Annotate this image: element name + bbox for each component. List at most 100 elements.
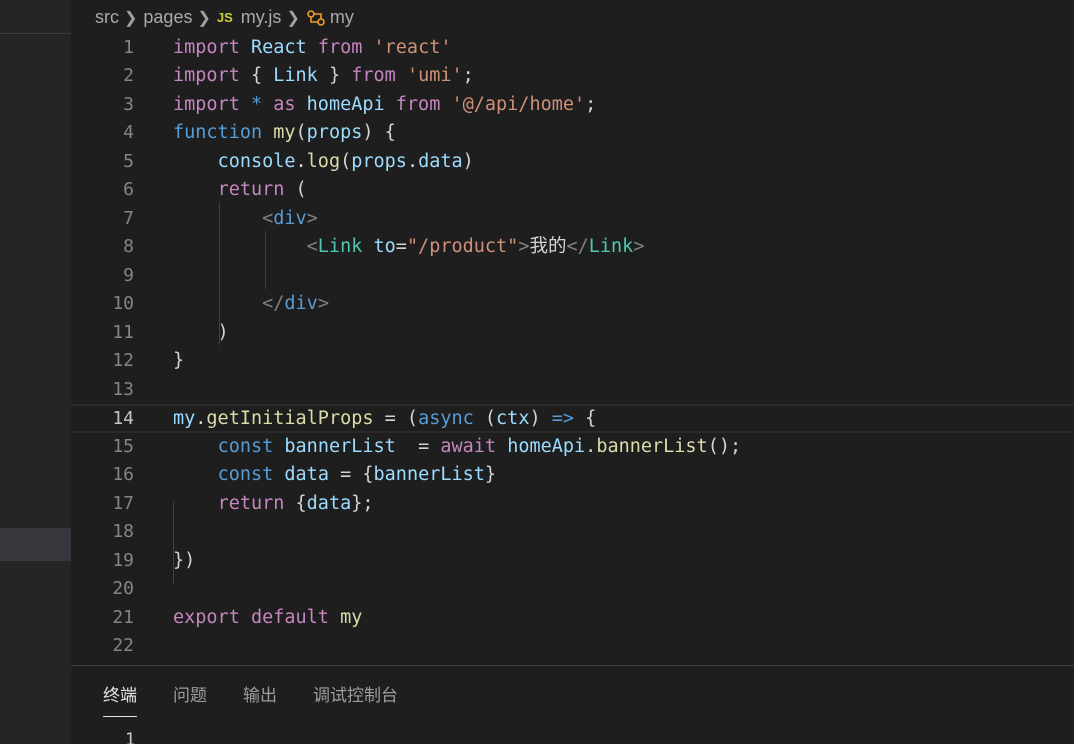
code-token: props bbox=[306, 122, 363, 143]
code-token: as bbox=[273, 93, 296, 115]
code-token: await bbox=[440, 435, 497, 457]
code-token: my bbox=[173, 408, 196, 429]
code-line[interactable]: 16 const data = {bannerList} bbox=[71, 461, 1074, 490]
code-token: ) { bbox=[362, 122, 396, 143]
code-line[interactable]: 8 <Link to="/product">我的</Link> bbox=[71, 233, 1074, 262]
chevron-right-icon: ❯ bbox=[197, 9, 211, 27]
code-content: <div> bbox=[173, 205, 318, 234]
code-token: ( bbox=[473, 408, 497, 429]
line-number: 19 bbox=[112, 549, 134, 571]
tab-problems[interactable]: 问题 bbox=[173, 681, 207, 717]
code-line[interactable]: 4 function my(props) { bbox=[71, 119, 1074, 148]
tab-terminal[interactable]: 终端 bbox=[103, 681, 137, 717]
code-line[interactable]: 20 bbox=[71, 575, 1074, 604]
code-token: } bbox=[173, 549, 185, 571]
code-line[interactable]: 5 console.log(props.data) bbox=[71, 148, 1074, 177]
code-token: { bbox=[574, 408, 597, 429]
code-content: } bbox=[173, 347, 184, 376]
code-line[interactable]: 11 ) bbox=[71, 319, 1074, 348]
sidebar bbox=[0, 0, 71, 744]
code-token: => bbox=[551, 408, 575, 429]
code-token: { bbox=[239, 65, 274, 86]
code-token: to bbox=[373, 236, 396, 257]
code-token: from bbox=[317, 36, 363, 58]
code-line[interactable]: 14 my.getInitialProps = (async (ctx) => { bbox=[71, 404, 1074, 433]
code-line[interactable]: 1 import React from 'react' bbox=[71, 34, 1074, 63]
tab-output[interactable]: 输出 bbox=[243, 681, 277, 717]
breadcrumb-file[interactable]: my.js bbox=[241, 7, 282, 28]
code-line[interactable]: 17 return {data}; bbox=[71, 490, 1074, 519]
symbol-method-icon bbox=[307, 9, 325, 26]
code-line[interactable]: 9 bbox=[71, 262, 1074, 291]
code-line[interactable]: 2 import { Link } from 'umi'; bbox=[71, 62, 1074, 91]
code-token: bannerList bbox=[373, 464, 485, 485]
line-number: 5 bbox=[123, 150, 134, 172]
code-token: ) bbox=[462, 150, 474, 172]
code-token: ( bbox=[340, 150, 352, 172]
code-token: = bbox=[395, 236, 407, 257]
code-content: const data = {bannerList} bbox=[173, 461, 497, 490]
code-token: </ bbox=[262, 293, 285, 314]
line-number: 21 bbox=[112, 606, 134, 628]
code-token: export bbox=[173, 606, 240, 628]
code-token: ) bbox=[184, 549, 196, 571]
code-line[interactable]: 10 </div> bbox=[71, 290, 1074, 319]
code-token: data bbox=[306, 492, 352, 514]
line-number: 2 bbox=[123, 65, 134, 86]
code-line[interactable]: 19}) bbox=[71, 547, 1074, 576]
code-content: }) bbox=[173, 547, 195, 576]
code-token: return bbox=[217, 492, 285, 514]
code-line[interactable]: 7 <div> bbox=[71, 205, 1074, 234]
code-content: const bannerList = await homeApi.bannerL… bbox=[173, 433, 742, 462]
code-token: * bbox=[250, 93, 263, 115]
sidebar-selected-item[interactable] bbox=[0, 528, 71, 561]
code-token: (); bbox=[707, 435, 742, 457]
code-line[interactable]: 22 bbox=[71, 632, 1074, 661]
line-number: 18 bbox=[112, 521, 134, 542]
breadcrumb-symbol[interactable]: my bbox=[330, 7, 354, 28]
code-content: import { Link } from 'umi'; bbox=[173, 62, 474, 91]
line-number: 17 bbox=[112, 492, 134, 514]
code-editor[interactable]: 1 import React from 'react' 2 import { Link… bbox=[71, 33, 1074, 665]
code-token: props bbox=[351, 150, 407, 172]
code-line[interactable]: 3 import * as homeApi from '@/api/home'; bbox=[71, 91, 1074, 120]
code-token: = bbox=[395, 435, 441, 457]
tab-debug-console[interactable]: 调试控制台 bbox=[313, 681, 398, 717]
code-line[interactable]: 12} bbox=[71, 347, 1074, 376]
code-content: <Link to="/product">我的</Link> bbox=[173, 233, 645, 262]
code-content: import React from 'react' bbox=[173, 34, 451, 63]
code-token: Link bbox=[317, 236, 363, 257]
line-number: 4 bbox=[123, 122, 134, 143]
line-number: 6 bbox=[123, 179, 134, 200]
line-number: 11 bbox=[112, 321, 134, 343]
code-line[interactable]: 15 const bannerList = await homeApi.bann… bbox=[71, 433, 1074, 462]
code-token: . bbox=[406, 150, 419, 172]
code-line[interactable]: 21 export default my bbox=[71, 604, 1074, 633]
code-line[interactable]: 6 return ( bbox=[71, 176, 1074, 205]
breadcrumb-pages[interactable]: pages bbox=[143, 7, 192, 28]
code-token: } bbox=[173, 350, 185, 371]
javascript-file-icon: JS bbox=[216, 10, 233, 25]
code-token: > bbox=[518, 236, 530, 257]
code-content: return {data}; bbox=[173, 490, 374, 519]
code-token: </ bbox=[566, 236, 589, 257]
breadcrumb-src[interactable]: src bbox=[95, 7, 119, 28]
code-line[interactable]: 13 bbox=[71, 376, 1074, 405]
code-token: ( bbox=[295, 122, 307, 143]
terminal-line: 1 bbox=[125, 730, 136, 744]
code-token: ctx bbox=[496, 408, 530, 429]
code-line[interactable]: 18 bbox=[71, 518, 1074, 547]
